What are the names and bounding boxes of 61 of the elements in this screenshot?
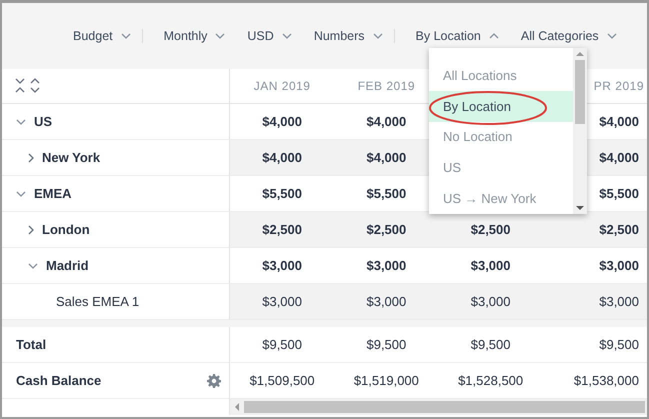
- column-header: JAN 2019: [254, 79, 310, 93]
- table-cell: $3,000: [366, 294, 406, 309]
- table-cell: $4,000: [366, 150, 406, 165]
- table-cell: $1,538,000: [574, 373, 639, 388]
- toolbar-dropdown[interactable]: All Categories: [510, 29, 628, 43]
- chevron-up-icon: [488, 33, 499, 39]
- row-label: EMEA: [34, 186, 72, 201]
- horizontal-scrollbar[interactable]: [230, 399, 647, 415]
- expand-chevron-icon[interactable]: [28, 152, 34, 162]
- table-cell: $9,500: [599, 337, 639, 352]
- table-cell: $5,500: [366, 186, 406, 201]
- vertical-scrollbar[interactable]: [573, 48, 587, 214]
- row-label: London: [42, 222, 90, 237]
- table-cell: $9,500: [470, 337, 510, 352]
- table-cell: $3,000: [366, 258, 406, 273]
- table-cell: $4,000: [262, 114, 302, 129]
- toolbar-dropdown[interactable]: Numbers: [302, 29, 395, 43]
- chevron-down-icon: [372, 33, 383, 39]
- chevron-down-icon: [282, 33, 292, 39]
- row-label: Sales EMEA 1: [56, 294, 140, 309]
- table-cell: $9,500: [262, 337, 302, 352]
- table-cell: $5,500: [599, 186, 639, 201]
- table-cell: $4,000: [599, 150, 639, 165]
- column-header: FEB 2019: [358, 79, 416, 93]
- column-header: PR 2019: [594, 79, 644, 93]
- table-cell: $1,509,500: [250, 373, 315, 388]
- table-cell: $3,000: [470, 294, 510, 309]
- chevron-down-icon: [215, 33, 226, 39]
- table-cell: $3,000: [262, 258, 302, 273]
- chevron-down-icon: [606, 33, 617, 39]
- row-label: Cash Balance: [16, 373, 102, 388]
- table-cell: $2,500: [262, 222, 302, 237]
- dropdown-option[interactable]: By Location: [429, 90, 573, 122]
- table-cell: $1,528,500: [458, 373, 524, 388]
- settings-icon[interactable]: [207, 374, 221, 388]
- table-cell: $4,000: [366, 114, 406, 129]
- table-cell: $1,519,000: [354, 373, 419, 388]
- collapse-chevron-icon: [16, 190, 26, 196]
- toolbar-dropdown[interactable]: USD: [236, 29, 303, 43]
- expand-chevron-icon[interactable]: [28, 224, 34, 234]
- row-label: Total: [16, 337, 46, 352]
- chevron-down-icon: [120, 33, 131, 39]
- toolbar-dropdown[interactable]: By Location: [404, 29, 510, 43]
- row-label: US: [34, 114, 52, 129]
- row-label: Madrid: [46, 258, 89, 273]
- collapse-chevron-icon: [16, 118, 26, 124]
- table-cell: $4,000: [262, 150, 302, 165]
- table-cell: $3,000: [470, 258, 510, 273]
- table-cell: $3,000: [599, 294, 639, 309]
- table-cell: $9,500: [366, 337, 406, 352]
- table-cell: $2,500: [366, 222, 406, 237]
- table-cell: $3,000: [262, 294, 302, 309]
- table-cell: $2,500: [470, 222, 510, 237]
- table-cell: $4,000: [599, 114, 639, 129]
- collapse-chevron-icon: [28, 262, 38, 268]
- table-cell: $3,000: [599, 258, 639, 273]
- row-label: New York: [42, 150, 100, 165]
- table-cell: $5,500: [262, 186, 302, 201]
- toolbar-dropdown[interactable]: Budget: [62, 29, 143, 43]
- toolbar-dropdown[interactable]: Monthly: [152, 29, 236, 43]
- table-cell: $2,500: [599, 222, 639, 237]
